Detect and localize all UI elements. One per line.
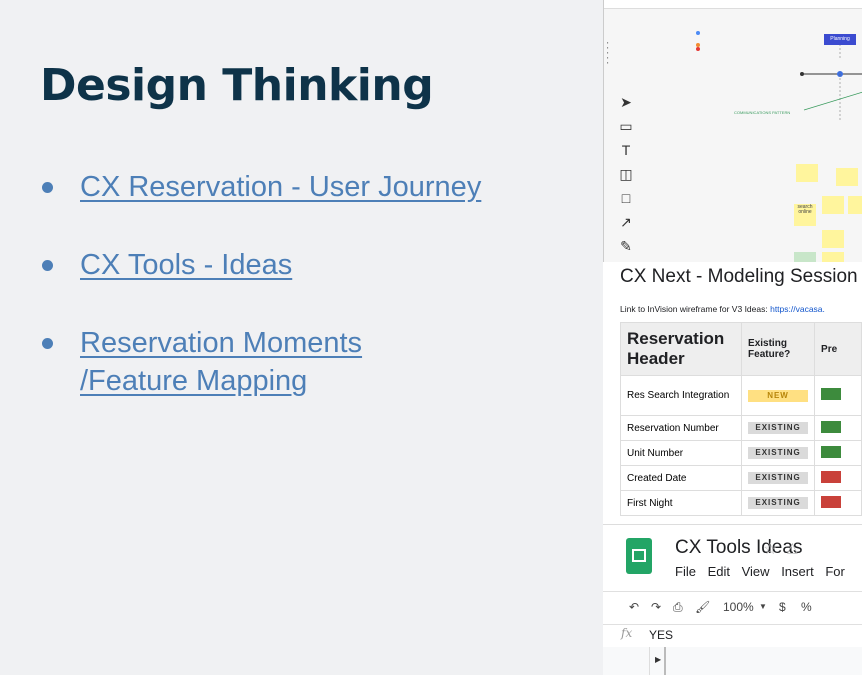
fx-icon: fx (621, 626, 633, 640)
sticky-note (836, 168, 858, 186)
doc-heading: CX Next - Modeling Session (620, 266, 858, 287)
sticky-note (848, 196, 862, 214)
status-bar (821, 420, 842, 433)
bullet-dot (42, 260, 53, 271)
zoom-select[interactable]: 100% (723, 600, 754, 614)
frame-tool-icon[interactable]: ▭ (616, 116, 636, 136)
bullet-dot (42, 338, 53, 349)
row-label: Res Search Integration (619, 375, 743, 416)
bullet-dot (42, 182, 53, 193)
sheet-title[interactable]: CX Tools Ideas (675, 537, 802, 559)
bullet-item: Reservation Moments/Feature Mapping (40, 324, 481, 400)
formula-input[interactable]: YES (649, 628, 673, 642)
percent-button[interactable]: % (801, 600, 812, 614)
row-label: Reservation Number (619, 415, 743, 441)
sticky-note-icon[interactable]: ◫ (616, 164, 636, 184)
status-badge: EXISTING (748, 497, 809, 509)
sheets-screenshot: CX Tools Ideas ☆ △ File Edit View Insert… (603, 524, 862, 675)
row-label: Created Date (619, 465, 743, 491)
status-bar (821, 470, 842, 483)
feature-table: Reservation Header Existing Feature? Pre… (619, 322, 862, 516)
slide-title: Design Thinking (40, 60, 434, 111)
redo-icon[interactable]: ↷ (651, 600, 661, 614)
menu-bar: File Edit View Insert For (675, 564, 853, 579)
pen-tool-icon[interactable]: ✎ (616, 236, 636, 256)
rectangle-tool-icon[interactable]: □ (616, 188, 636, 208)
arrow-tool-icon[interactable]: ↗ (616, 212, 636, 232)
sticky-note (822, 252, 844, 262)
status-bar (821, 445, 842, 458)
menu-file[interactable]: File (675, 564, 696, 579)
header-reservation: Reservation Header (619, 322, 743, 376)
select-tool-icon[interactable]: ➤ (616, 92, 636, 112)
header-pre: Pre (814, 322, 862, 376)
bullet-list: CX Reservation - User Journey CX Tools -… (40, 168, 481, 440)
whiteboard-screenshot: ▪ ▪ ▪ ▪ ▪ Planning COMMUNICATIONS PATTERN ➤ … (603, 0, 862, 262)
row-label: First Night (619, 490, 743, 516)
sheets-toolbar: ↶ ↷ ⎙ 🖌 100% ▼ $ % (603, 591, 862, 625)
link-line-2: /Feature Mapping (80, 365, 308, 397)
cx-reservation-link[interactable]: CX Reservation - User Journey (80, 171, 481, 203)
header-existing: Existing Feature? (741, 322, 816, 376)
doc-link-line: Link to InVision wireframe for V3 Ideas:… (620, 304, 825, 314)
sticky-note (822, 230, 844, 248)
drive-icon[interactable]: △ (787, 539, 798, 556)
chevron-down-icon[interactable]: ▼ (759, 602, 767, 611)
undo-icon[interactable]: ↶ (629, 600, 639, 614)
status-badge: NEW (748, 389, 809, 402)
text-tool-icon[interactable]: T (616, 140, 636, 160)
status-badge: EXISTING (748, 472, 809, 484)
row-label: Unit Number (619, 440, 743, 466)
expand-arrow-icon[interactable]: ▶ (655, 655, 661, 664)
paint-format-icon[interactable]: 🖌 (695, 600, 710, 614)
sheets-logo-icon (626, 538, 652, 574)
menu-format[interactable]: For (825, 564, 845, 579)
formula-bar: fx YES (603, 623, 862, 648)
print-icon[interactable]: ⎙ (673, 600, 683, 615)
menu-edit[interactable]: Edit (708, 564, 730, 579)
currency-button[interactable]: $ (779, 600, 786, 614)
sticky-search-online: search online (794, 204, 816, 226)
star-icon[interactable]: ☆ (763, 539, 777, 559)
sticky-note (822, 196, 844, 214)
sticky-note (794, 252, 816, 262)
status-badge: EXISTING (748, 422, 809, 434)
bullet-item: CX Tools - Ideas (40, 246, 481, 284)
planning-label: Planning (824, 34, 856, 45)
status-badge: EXISTING (748, 447, 809, 459)
communications-pattern-label: COMMUNICATIONS PATTERN (734, 110, 791, 115)
doc-screenshot: CX Next - Modeling Session Link to InVis… (603, 262, 862, 524)
grid-header: ▶ (603, 647, 862, 675)
sticky-note (796, 164, 818, 182)
menu-view[interactable]: View (742, 564, 770, 579)
reservation-moments-link[interactable]: Reservation Moments/Feature Mapping (80, 327, 362, 397)
link-prefix: Link to InVision wireframe for V3 Ideas: (620, 304, 771, 314)
bullet-item: CX Reservation - User Journey (40, 168, 481, 206)
link-line-1: Reservation Moments (80, 327, 363, 359)
cx-tools-link[interactable]: CX Tools - Ideas (80, 249, 292, 281)
status-bar (821, 495, 842, 508)
status-bar (821, 388, 842, 400)
menu-insert[interactable]: Insert (781, 564, 814, 579)
whiteboard-toolbar: ➤ ▭ T ◫ □ ↗ ✎ (612, 92, 640, 256)
invision-link[interactable]: https://vacasa. (770, 304, 825, 314)
